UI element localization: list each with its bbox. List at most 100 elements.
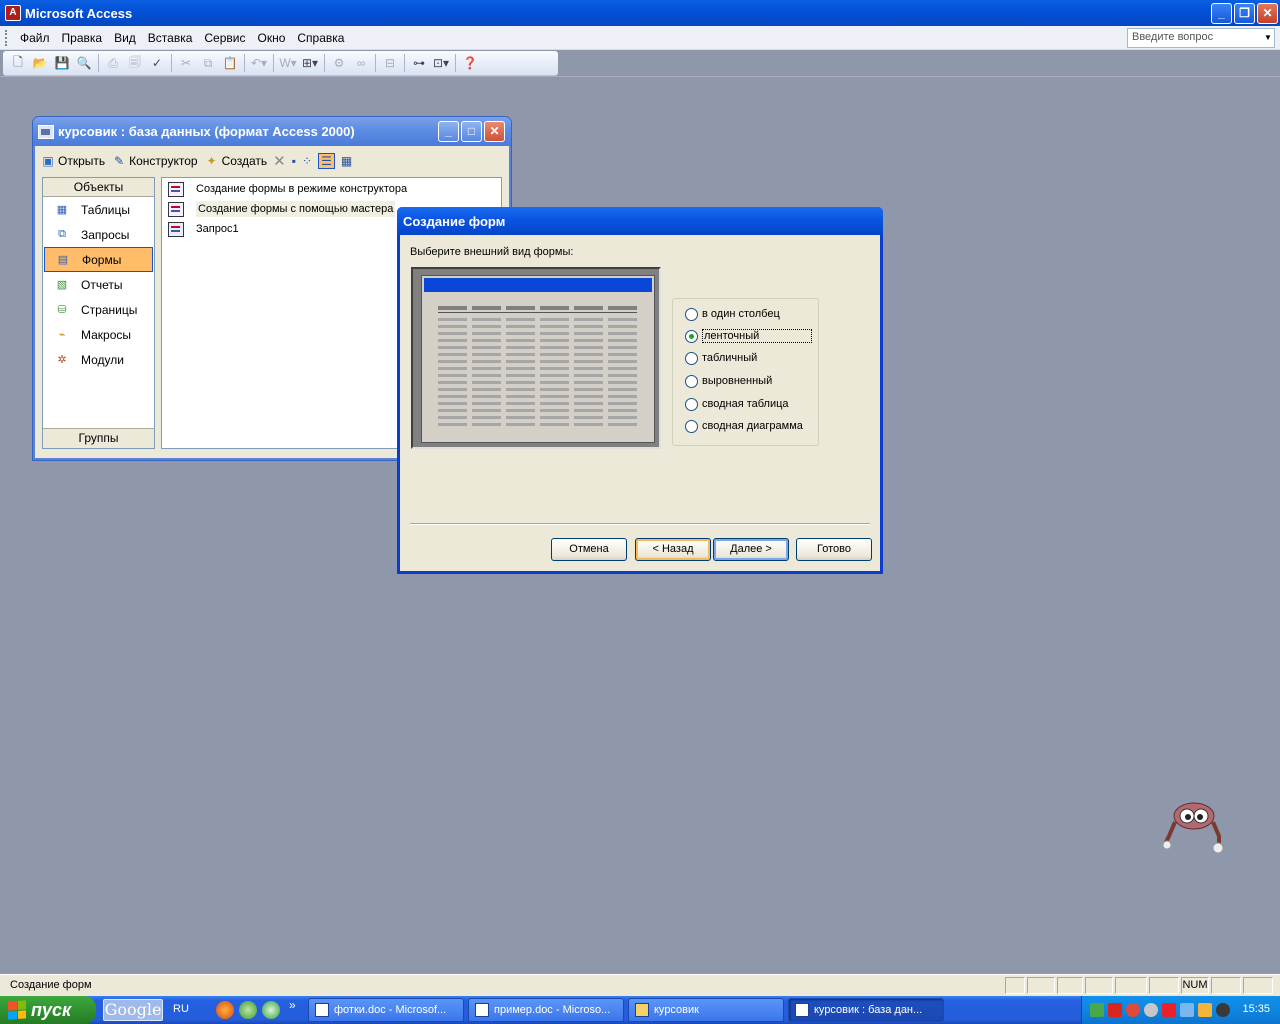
open-icon[interactable]: 📂 — [29, 53, 51, 73]
firefox-icon[interactable] — [216, 1001, 234, 1019]
help-icon[interactable]: ❓ — [459, 53, 481, 73]
db-maximize-button[interactable]: □ — [461, 121, 482, 142]
object-modules[interactable]: ✲ Модули — [44, 347, 153, 372]
db-close-button[interactable]: ✕ — [484, 121, 505, 142]
copy-icon[interactable]: ⧉ — [197, 53, 219, 73]
quick-launch-icon[interactable] — [239, 1001, 257, 1019]
radio-tabular[interactable] — [685, 329, 698, 343]
code-icon[interactable]: ⚙ — [328, 53, 350, 73]
radio-datasheet[interactable] — [685, 351, 698, 365]
database-window-titlebar[interactable]: курсовик : база данных (формат Access 20… — [33, 117, 511, 146]
status-cell — [1085, 977, 1113, 994]
new-object-dropdown-icon[interactable]: ⊡▾ — [430, 53, 452, 73]
radio-columnar[interactable] — [685, 307, 698, 321]
close-button[interactable]: ✕ — [1257, 3, 1278, 24]
spelling-icon[interactable]: ✓ — [146, 53, 168, 73]
object-forms[interactable]: ▤ Формы — [44, 247, 153, 272]
option-pivottable[interactable]: сводная таблица — [685, 395, 789, 413]
menu-edit[interactable]: Правка — [56, 31, 109, 45]
language-indicator[interactable]: RU — [173, 1003, 189, 1015]
next-button[interactable]: Далее > — [713, 538, 789, 561]
google-toolbar-button[interactable]: Google — [103, 999, 163, 1021]
objects-header[interactable]: Объекты — [43, 178, 154, 197]
restore-button[interactable]: ❐ — [1234, 3, 1255, 24]
menu-view[interactable]: Вид — [108, 31, 142, 45]
tray-security-icon[interactable] — [1216, 1003, 1230, 1017]
open-button[interactable]: ▣ Открыть — [40, 153, 105, 169]
tray-network-icon[interactable] — [1090, 1003, 1104, 1017]
design-button[interactable]: ✎ Конструктор — [111, 153, 197, 169]
undo-icon[interactable]: ↶▾ — [248, 53, 270, 73]
finish-button[interactable]: Готово — [796, 538, 872, 561]
access-app-icon[interactable]: A — [5, 5, 21, 21]
task-button[interactable]: фотки.doc - Microsof... — [308, 998, 464, 1022]
object-macros[interactable]: ⌁ Макросы — [44, 322, 153, 347]
form-wizard-dialog[interactable]: Создание форм Выберите внешний вид формы… — [397, 207, 883, 574]
menubar-grip[interactable] — [5, 29, 8, 46]
office-links-icon[interactable]: W▾ — [277, 53, 299, 73]
menu-insert[interactable]: Вставка — [142, 31, 199, 45]
details-view-icon[interactable]: ▦ — [341, 154, 352, 168]
small-icons-icon[interactable]: ⁘ — [302, 154, 312, 168]
print-icon[interactable]: ⎙ — [102, 53, 124, 73]
option-justified[interactable]: выровненный — [685, 372, 772, 390]
large-icons-icon[interactable]: ▪ — [292, 154, 296, 168]
new-object-icon[interactable]: ⊶ — [408, 53, 430, 73]
option-datasheet[interactable]: табличный — [685, 349, 757, 367]
wizard-prompt: Выберите внешний вид формы: — [410, 246, 574, 258]
properties-icon[interactable]: ∞ — [350, 53, 372, 73]
object-reports[interactable]: ▧ Отчеты — [44, 272, 153, 297]
cut-icon[interactable]: ✂ — [175, 53, 197, 73]
ask-question-input[interactable]: Введите вопрос ▼ — [1127, 28, 1275, 48]
start-button[interactable]: пуск — [0, 996, 96, 1024]
tray-opera-icon[interactable] — [1126, 1003, 1140, 1017]
relationships-icon[interactable]: ⊟ — [379, 53, 401, 73]
utorrent-icon[interactable] — [262, 1001, 280, 1019]
option-tabular[interactable]: ленточный — [685, 327, 812, 345]
analyze-icon[interactable]: ⊞▾ — [299, 53, 321, 73]
ask-dropdown-icon[interactable]: ▼ — [1262, 29, 1274, 47]
preview-field-line — [608, 395, 637, 398]
tray-tool-icon[interactable] — [1198, 1003, 1212, 1017]
wizard-title[interactable]: Создание форм — [397, 207, 883, 235]
menu-window[interactable]: Окно — [251, 31, 291, 45]
preview-field-line — [506, 402, 535, 405]
db-minimize-button[interactable]: _ — [438, 121, 459, 142]
menu-file[interactable]: Файл — [14, 31, 56, 45]
task-button[interactable]: курсовик — [628, 998, 784, 1022]
object-queries[interactable]: ⧉ Запросы — [44, 222, 153, 247]
tray-volume-icon[interactable] — [1180, 1003, 1194, 1017]
tray-mouse-icon[interactable] — [1144, 1003, 1158, 1017]
cancel-button[interactable]: Отмена — [551, 538, 627, 561]
groups-header[interactable]: Группы — [43, 428, 154, 448]
object-pages[interactable]: ⛁ Страницы — [44, 297, 153, 322]
radio-pivotchart[interactable] — [685, 419, 698, 433]
office-assistant-icon[interactable] — [1163, 800, 1225, 856]
clock[interactable]: 15:35 — [1242, 1003, 1270, 1015]
save-icon[interactable]: 💾 — [51, 53, 73, 73]
radio-pivottable[interactable] — [685, 397, 698, 411]
minimize-button[interactable]: _ — [1211, 3, 1232, 24]
list-item[interactable]: Создание формы в режиме конструктора — [162, 179, 501, 199]
create-button[interactable]: ✦ Создать — [204, 153, 268, 169]
tray-ati-icon[interactable] — [1108, 1003, 1122, 1017]
app-titlebar[interactable]: A Microsoft Access _ ❐ ✕ — [0, 0, 1280, 26]
print-preview-icon[interactable]: 🗐 — [124, 53, 146, 73]
new-icon[interactable]: 🗋 — [7, 53, 29, 73]
preview-field-line — [540, 381, 569, 384]
task-button[interactable]: пример.doc - Microso... — [468, 998, 624, 1022]
list-view-icon[interactable]: ☰ — [318, 153, 335, 169]
menu-tools[interactable]: Сервис — [198, 31, 251, 45]
option-columnar[interactable]: в один столбец — [685, 305, 780, 323]
quick-launch-chevron[interactable]: » — [289, 998, 296, 1012]
radio-justified[interactable] — [685, 374, 698, 388]
back-button[interactable]: < Назад — [635, 538, 711, 561]
paste-icon[interactable]: 📋 — [219, 53, 241, 73]
option-pivotchart[interactable]: сводная диаграмма — [685, 417, 803, 435]
delete-icon[interactable]: ✕ — [273, 152, 286, 170]
task-button[interactable]: курсовик : база дан... — [788, 998, 944, 1022]
search-file-icon[interactable]: 🔍 — [73, 53, 95, 73]
tray-antivirus-icon[interactable] — [1162, 1003, 1176, 1017]
object-tables[interactable]: ▦ Таблицы — [44, 197, 153, 222]
menu-help[interactable]: Справка — [291, 31, 350, 45]
